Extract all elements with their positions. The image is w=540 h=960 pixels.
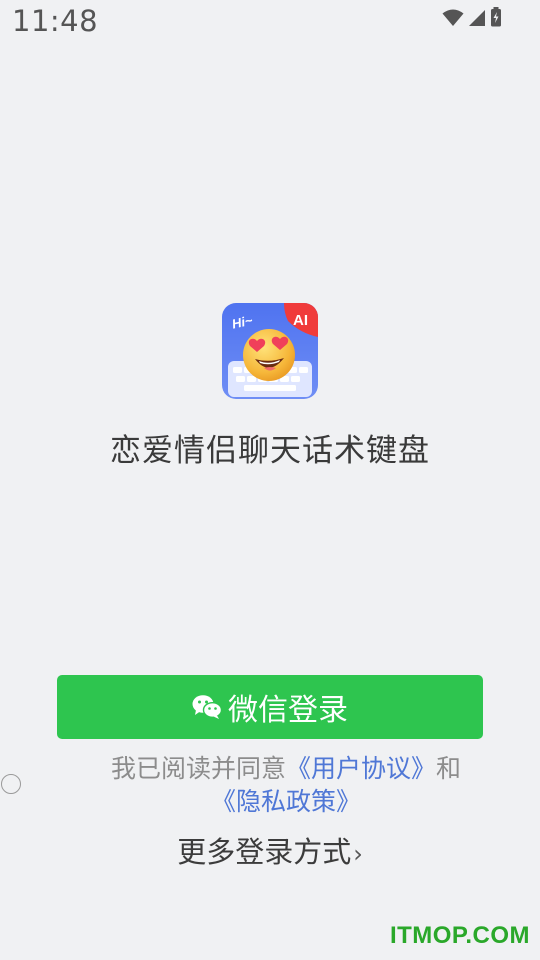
agreement-text: 我已阅读并同意《用户协议》和《隐私政策》 [38,752,534,818]
app-icon: AI Hi~ [222,303,318,399]
agreement-and: 和 [436,754,462,783]
icon-ai-badge-text: AI [293,312,308,329]
watermark: ITMOP.COM [389,922,530,949]
status-icons [442,7,502,27]
wifi-icon [442,9,464,27]
privacy-policy-link[interactable]: 《隐私政策》 [211,787,361,816]
wechat-login-label: 微信登录 [228,693,348,728]
wechat-icon [192,694,222,720]
user-agreement-link[interactable]: 《用户协议》 [286,754,436,783]
more-login-options[interactable]: 更多登录方式› [0,829,540,871]
wechat-login-button[interactable]: 微信登录 [57,675,483,739]
more-login-label: 更多登录方式 [177,835,352,869]
app-name: 恋爱情侣聊天话术键盘 [110,433,430,469]
agreement-prefix: 我已阅读并同意 [110,754,286,783]
status-bar: 11:48 [0,0,540,44]
chevron-right-icon: › [353,840,363,868]
agreement-checkbox[interactable] [1,774,21,794]
cellular-signal-icon [468,9,486,27]
battery-icon [490,7,502,27]
status-time: 11:48 [12,4,99,38]
